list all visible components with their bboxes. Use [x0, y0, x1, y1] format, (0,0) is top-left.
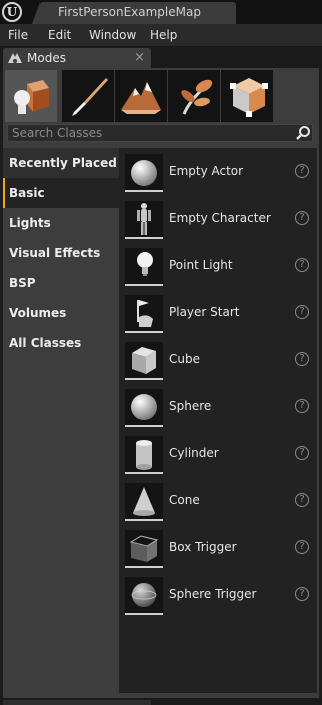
help-icon[interactable]: ? — [295, 211, 309, 225]
class-item-list: Empty Actor ? Empty Character ? Point Li… — [119, 148, 317, 693]
help-icon[interactable]: ? — [295, 164, 309, 178]
menu-help[interactable]: Help — [150, 24, 177, 46]
item-label: Empty Character — [169, 211, 271, 225]
search-input[interactable] — [8, 125, 292, 141]
cylinder-icon — [136, 440, 152, 470]
category-volumes[interactable]: Volumes — [3, 298, 119, 328]
bottom-tab-strip — [0, 698, 322, 705]
help-icon[interactable]: ? — [295, 540, 309, 554]
cone-icon — [133, 487, 155, 516]
item-thumbnail — [125, 483, 163, 521]
category-bsp[interactable]: BSP — [3, 268, 119, 298]
help-icon[interactable]: ? — [295, 352, 309, 366]
item-label: Cylinder — [169, 446, 219, 460]
item-thumbnail — [125, 436, 163, 474]
tab-geometry-mode[interactable] — [221, 70, 273, 122]
list-item-player-start[interactable]: Player Start ? — [119, 289, 317, 336]
close-icon[interactable]: × — [134, 48, 145, 67]
item-thumbnail — [125, 342, 163, 380]
item-thumbnail — [125, 154, 163, 192]
modes-panel-tab[interactable]: Modes × — [3, 48, 151, 68]
category-recently-placed[interactable]: Recently Placed — [3, 148, 119, 178]
item-thumbnail — [125, 201, 163, 239]
search-box — [7, 124, 313, 142]
list-item-sphere[interactable]: Sphere ? — [119, 383, 317, 430]
help-icon[interactable]: ? — [295, 305, 309, 319]
list-item-empty-actor[interactable]: Empty Actor ? — [119, 148, 317, 195]
sphere-icon — [131, 160, 157, 186]
tab-landscape-mode[interactable] — [115, 70, 167, 122]
help-icon[interactable]: ? — [295, 399, 309, 413]
help-icon[interactable]: ? — [295, 493, 309, 507]
modes-icon — [8, 53, 22, 63]
cube-icon — [132, 347, 156, 374]
list-item-sphere-trigger[interactable]: Sphere Trigger ? — [119, 571, 317, 618]
player-start-icon — [137, 300, 153, 327]
landscape-icon — [121, 82, 161, 114]
tab-paint-mode[interactable] — [62, 70, 114, 122]
category-basic[interactable]: Basic — [3, 178, 119, 208]
document-tab[interactable]: FirstPersonExampleMap — [32, 2, 236, 24]
menu-edit[interactable]: Edit — [48, 24, 71, 46]
foliage-icon — [181, 79, 213, 115]
category-list: Recently Placed Basic Lights Visual Effe… — [3, 148, 119, 698]
paint-brush-icon — [72, 78, 108, 116]
item-label: Sphere — [169, 399, 212, 413]
tab-foliage-mode[interactable] — [168, 70, 220, 122]
menu-file[interactable]: File — [8, 24, 28, 46]
list-item-cube[interactable]: Cube ? — [119, 336, 317, 383]
item-label: Cube — [169, 352, 200, 366]
menu-bar: File Edit Window Help — [0, 24, 322, 46]
category-all-classes[interactable]: All Classes — [3, 328, 119, 358]
character-icon — [137, 203, 151, 235]
list-item-empty-character[interactable]: Empty Character ? — [119, 195, 317, 242]
category-visual-effects[interactable]: Visual Effects — [3, 238, 119, 268]
item-thumbnail — [125, 248, 163, 286]
category-lights[interactable]: Lights — [3, 208, 119, 238]
mode-tabs — [5, 70, 317, 122]
modes-panel: Recently Placed Basic Lights Visual Effe… — [3, 68, 319, 698]
item-label: Box Trigger — [169, 540, 237, 554]
list-item-cylinder[interactable]: Cylinder ? — [119, 430, 317, 477]
menu-window[interactable]: Window — [89, 24, 136, 46]
list-item-box-trigger[interactable]: Box Trigger ? — [119, 524, 317, 571]
panel-tab-stub[interactable] — [3, 700, 151, 705]
sphere-icon — [131, 394, 157, 420]
search-icon[interactable] — [295, 125, 311, 141]
item-thumbnail — [125, 295, 163, 333]
light-bulb-icon — [137, 252, 153, 276]
item-label: Player Start — [169, 305, 240, 319]
help-icon[interactable]: ? — [295, 587, 309, 601]
title-bar: U FirstPersonExampleMap — [0, 0, 322, 24]
item-thumbnail — [125, 530, 163, 568]
panel-tab-strip: Modes × — [0, 46, 322, 68]
item-label: Cone — [169, 493, 200, 507]
help-icon[interactable]: ? — [295, 446, 309, 460]
item-label: Point Light — [169, 258, 233, 272]
tab-place-mode[interactable] — [5, 70, 57, 122]
sphere-trigger-icon — [131, 583, 157, 607]
item-label: Sphere Trigger — [169, 587, 257, 601]
help-icon[interactable]: ? — [295, 258, 309, 272]
item-thumbnail — [125, 577, 163, 615]
list-item-cone[interactable]: Cone ? — [119, 477, 317, 524]
place-icon — [14, 80, 49, 114]
item-label: Empty Actor — [169, 164, 244, 178]
unreal-logo-icon[interactable]: U — [2, 2, 22, 22]
list-item-point-light[interactable]: Point Light ? — [119, 242, 317, 289]
box-trigger-icon — [129, 535, 159, 562]
geometry-edit-icon — [230, 78, 268, 117]
modes-panel-title: Modes — [27, 51, 66, 65]
item-thumbnail — [125, 389, 163, 427]
document-tab-label: FirstPersonExampleMap — [58, 5, 201, 19]
